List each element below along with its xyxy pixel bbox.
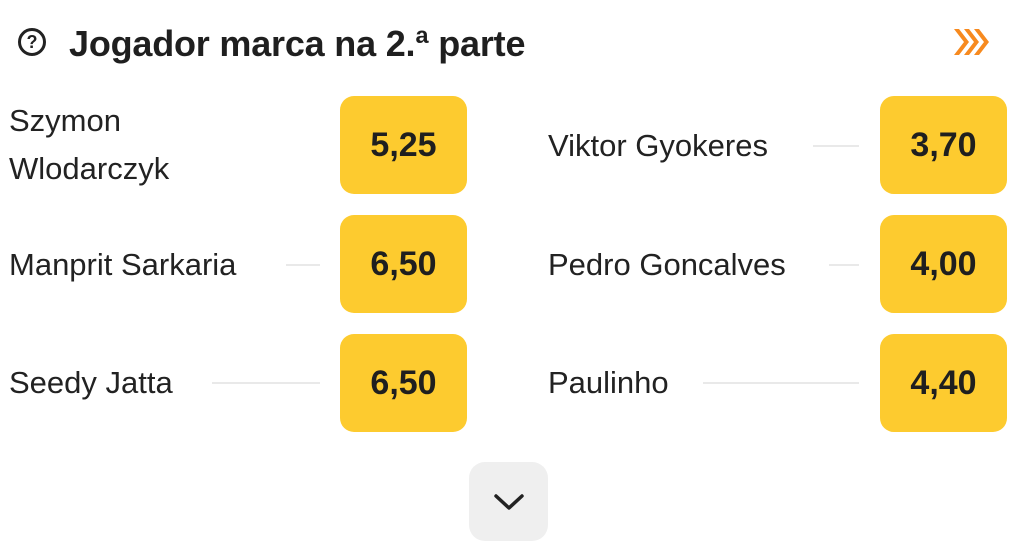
divider-line: [813, 145, 859, 147]
odd-button[interactable]: 6,50: [340, 215, 467, 313]
divider-line: [829, 264, 859, 266]
player-name: Szymon: [9, 103, 121, 138]
odd-button[interactable]: 4,40: [880, 334, 1007, 432]
question-circle-icon[interactable]: ?: [18, 28, 46, 56]
expand-button[interactable]: [469, 462, 548, 541]
market-title: Jogador marca na 2.ª parte: [69, 23, 526, 64]
odd-button[interactable]: 5,25: [340, 96, 467, 194]
chevron-down-icon: [493, 493, 524, 510]
player-name: Paulinho: [548, 365, 669, 400]
market-header: ? Jogador marca na 2.ª parte: [14, 18, 1004, 70]
player-name: Viktor Gyokeres: [548, 128, 768, 163]
odd-button[interactable]: 6,50: [340, 334, 467, 432]
divider-line: [212, 382, 320, 384]
divider-line: [286, 264, 320, 266]
odd-button[interactable]: 4,00: [880, 215, 1007, 313]
player-name: Wlodarczyk: [9, 151, 170, 186]
odd-button[interactable]: 3,70: [880, 96, 1007, 194]
player-name: Seedy Jatta: [9, 365, 173, 400]
player-name: Manprit Sarkaria: [9, 247, 237, 282]
boost-chevrons-icon: [954, 29, 989, 55]
divider-line: [703, 382, 859, 384]
player-name: Pedro Goncalves: [548, 247, 786, 282]
